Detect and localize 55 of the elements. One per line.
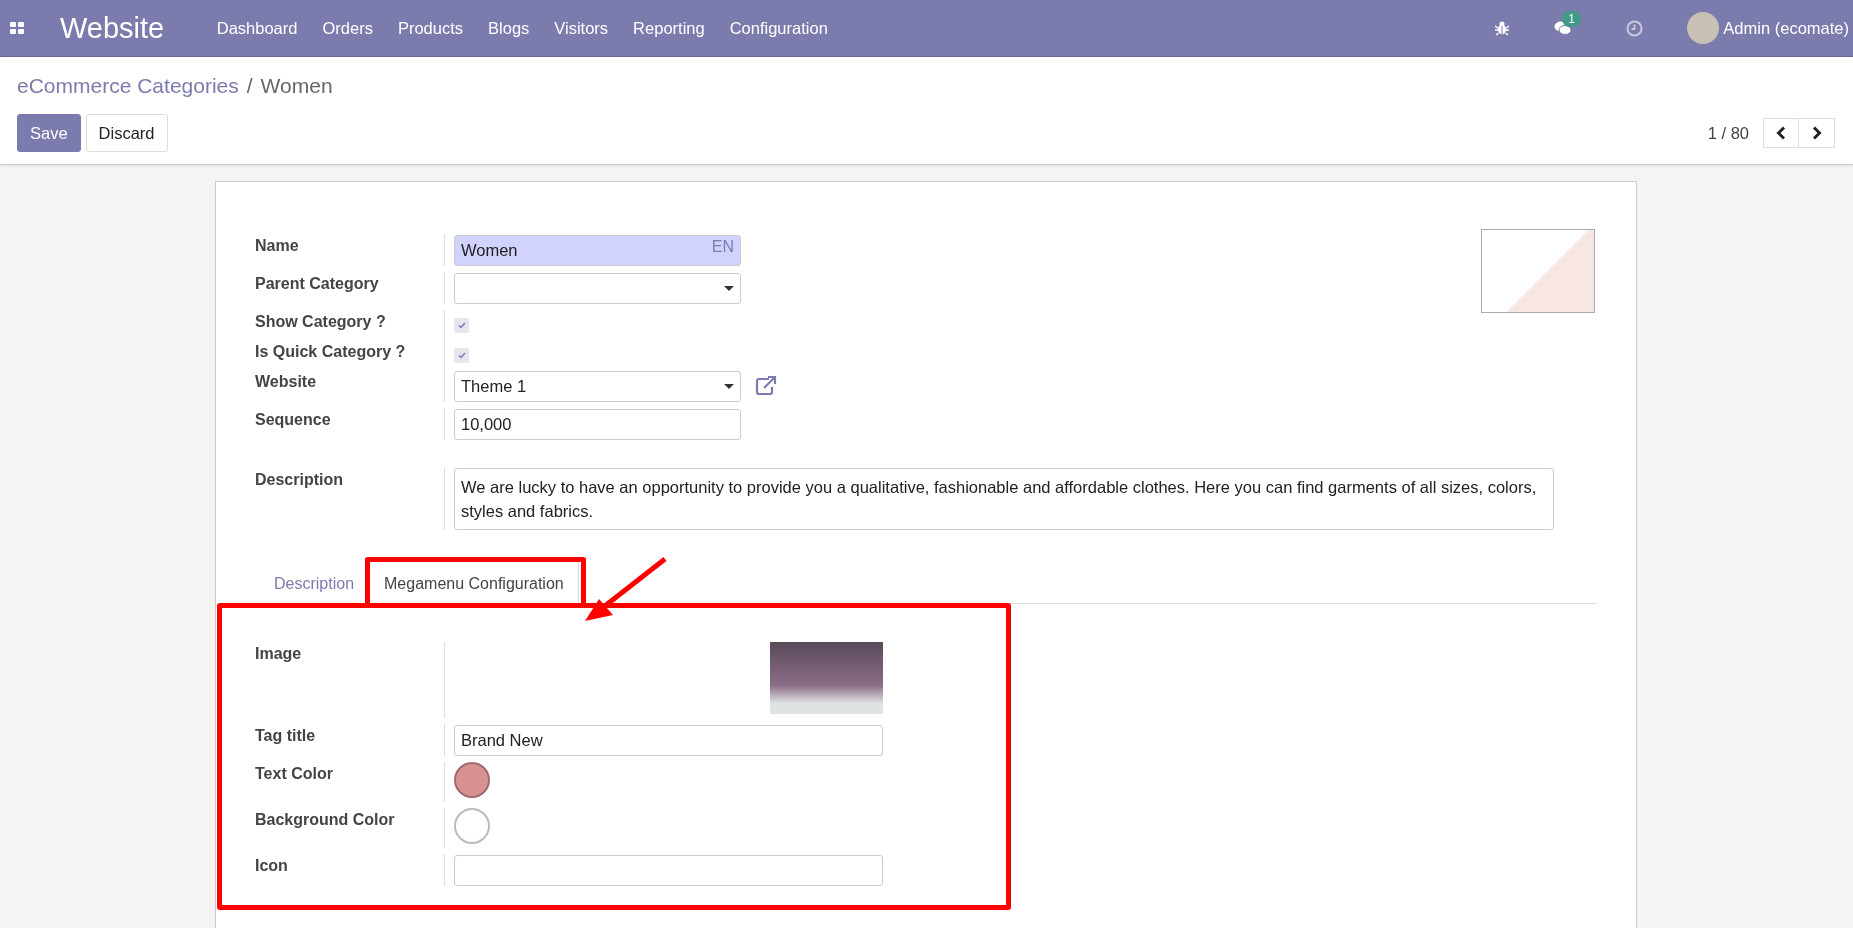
checkbox[interactable]	[454, 347, 469, 363]
breadcrumb-link[interactable]: eCommerce Categories	[17, 74, 239, 98]
field-label: Show Category ?	[255, 312, 387, 331]
color-swatch[interactable]	[454, 762, 490, 798]
menu-item[interactable]: Visitors	[541, 18, 621, 38]
color-swatch[interactable]	[454, 808, 490, 844]
select-field[interactable]: Theme 1	[454, 370, 741, 402]
checkbox[interactable]	[454, 317, 469, 333]
checkmark-icon	[457, 351, 466, 359]
breadcrumb-current: Women	[260, 74, 333, 98]
menu-item[interactable]: Orders	[309, 18, 386, 38]
caret-icon	[724, 383, 734, 389]
pager-counter: 1 / 80	[1707, 123, 1749, 143]
discard-button[interactable]: Discard	[85, 114, 168, 152]
notification-badge: 1	[1562, 11, 1582, 27]
menu-item[interactable]: Reporting	[620, 18, 718, 38]
field-label: Name	[255, 236, 300, 255]
clock-icon[interactable]	[1626, 19, 1644, 37]
field-label: Description	[255, 470, 344, 489]
chevron-right-icon	[1811, 126, 1822, 140]
checkmark-icon	[457, 321, 466, 329]
menu-item[interactable]: Products	[385, 18, 476, 38]
field-label: Image	[255, 644, 303, 663]
input-field[interactable]: Brand New	[454, 724, 883, 756]
field-label: Background Color	[255, 810, 396, 829]
breadcrumb-separator: /	[246, 74, 253, 98]
language-button[interactable]: EN	[711, 237, 734, 256]
next-button[interactable]	[1799, 118, 1835, 148]
bug-icon[interactable]	[1494, 20, 1511, 36]
description-field[interactable]: We are lucky to have an opportunity to provide you a qualitative, fashionable and affordable clothes. Here you can find garments of all sizes, colors, styles and fabrics.	[454, 468, 1554, 530]
external-link-icon[interactable]	[755, 376, 777, 396]
select-field[interactable]	[454, 272, 741, 304]
chevron-left-icon	[1776, 126, 1786, 140]
menu-item[interactable]: Blogs	[475, 18, 542, 38]
previous-button[interactable]	[1763, 118, 1799, 148]
photo-placeholder[interactable]	[770, 642, 883, 714]
field-label: Text Color	[255, 764, 334, 783]
app-name[interactable]: Website	[60, 11, 165, 45]
field-label: Icon	[255, 856, 289, 875]
save-button[interactable]: Save	[17, 114, 81, 152]
avatar[interactable]	[1687, 12, 1720, 44]
field-label: Sequence	[255, 410, 332, 429]
field-label: Website	[255, 372, 318, 391]
field-label: Is Quick Category ?	[255, 342, 407, 361]
menu-item[interactable]: Dashboard	[204, 18, 310, 38]
apps-menu-icon[interactable]	[10, 22, 24, 34]
tab[interactable]: Description	[259, 560, 370, 603]
field-label: Parent Category	[255, 274, 380, 293]
field-label: Tag title	[255, 726, 317, 745]
user-name[interactable]: Admin (ecomate)	[1723, 18, 1849, 38]
caret-icon	[724, 285, 734, 291]
input-field[interactable]	[454, 854, 883, 886]
input-field[interactable]: Women EN	[454, 234, 741, 266]
menu-item[interactable]: Configuration	[717, 18, 841, 38]
input-field[interactable]: 10,000	[454, 408, 741, 440]
